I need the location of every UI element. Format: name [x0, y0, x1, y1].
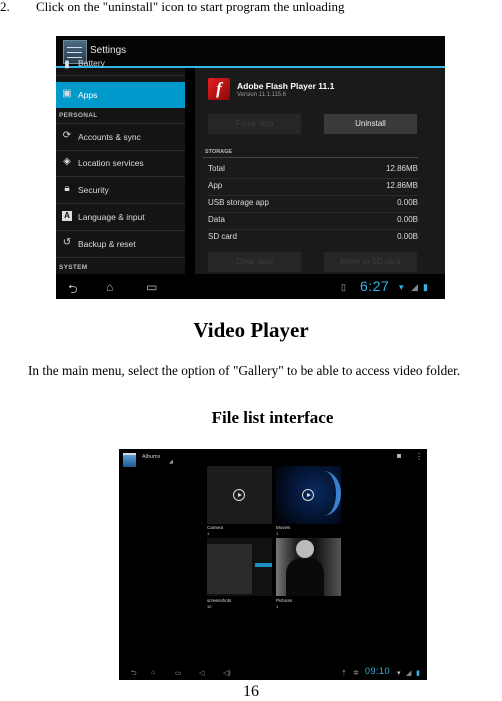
album-count: 1: [276, 604, 279, 609]
album-label: Movies: [276, 525, 291, 530]
language-icon: A: [62, 211, 72, 221]
album-tile-movies[interactable]: [276, 466, 341, 524]
play-icon: [233, 489, 245, 501]
app-version: Version 11.1.115.6: [237, 92, 287, 98]
wifi-icon: ▾: [397, 670, 401, 677]
signal-icon: ◢: [406, 670, 412, 677]
home-icon[interactable]: ⌂: [151, 669, 155, 676]
clear-data-button[interactable]: Clear data: [208, 252, 301, 272]
uninstall-button[interactable]: Uninstall: [324, 114, 417, 134]
sidebar-item-apps[interactable]: ▣ Apps: [56, 82, 185, 108]
gallery-app-icon: [123, 453, 136, 467]
dropdown-caret-icon[interactable]: ◢: [169, 459, 173, 465]
battery-status-icon: ▮: [416, 670, 420, 677]
album-tile-camera[interactable]: [207, 466, 272, 524]
flash-player-icon: f: [208, 78, 230, 100]
battery-icon: ▮: [64, 59, 70, 70]
sync-icon: ⟳: [62, 130, 72, 141]
move-to-sd-button[interactable]: Move to SD card: [324, 252, 417, 272]
album-label: screenshots: [207, 598, 232, 603]
storage-header: STORAGE: [205, 149, 233, 155]
storage-divider: [203, 157, 418, 158]
sidebar-item-location[interactable]: ◈ Location services: [56, 150, 185, 177]
force-stop-button[interactable]: Force stop: [208, 114, 301, 134]
storage-row: Total 12.86MB: [208, 161, 418, 179]
backup-icon: ↺: [62, 237, 72, 248]
wifi-icon: ▾: [399, 282, 404, 292]
recent-apps-icon[interactable]: ▭: [175, 669, 182, 677]
album-count: 1: [276, 531, 279, 536]
sidebar-item-security[interactable]: 🔒︎ Security: [56, 177, 185, 204]
recent-apps-icon[interactable]: ▭: [146, 280, 157, 294]
storage-row: SD card 0.00B: [208, 232, 418, 241]
debug-icon: ✲: [353, 670, 359, 677]
section-personal: PERSONAL: [59, 112, 98, 119]
album-count: 10: [207, 604, 212, 609]
step-text: Click on the "uninstall" icon to start p…: [36, 0, 345, 14]
lock-icon: 🔒︎: [64, 183, 70, 194]
status-clock: 09:10: [365, 666, 391, 676]
signal-icon: ◢: [411, 282, 418, 292]
album-count: 1: [207, 531, 210, 536]
back-icon[interactable]: ⮌: [131, 669, 137, 680]
apps-icon: ▣: [62, 88, 72, 99]
body-paragraph: In the main menu, select the option of "…: [28, 363, 461, 378]
battery-status-icon: ▮: [423, 282, 428, 292]
usb-icon: ⇡: [341, 670, 347, 677]
gallery-screenshot: Albums ◢ ◙ ⋮ Camera 1 Movies 1 screensho…: [119, 449, 427, 680]
camera-icon[interactable]: ◙: [397, 453, 401, 460]
storage-row: USB storage app 0.00B: [208, 195, 418, 213]
storage-row: App 12.86MB: [208, 178, 418, 196]
sd-card-icon: ▯: [341, 282, 346, 292]
volume-up-icon[interactable]: ◁): [223, 669, 231, 677]
overflow-menu-icon[interactable]: ⋮: [415, 452, 423, 461]
album-label: Pictures: [276, 598, 293, 603]
settings-title: Settings: [90, 45, 127, 56]
sidebar-item-battery[interactable]: ▮ Battery: [56, 56, 185, 76]
subsection-heading: File list interface: [211, 408, 334, 427]
storage-row: Data 0.00B: [208, 212, 418, 230]
settings-sidebar: ▮ Battery ▣ Apps PERSONAL ⟳ Accounts & s…: [56, 58, 185, 274]
section-heading: Video Player: [193, 318, 309, 342]
album-label: Camera: [207, 525, 224, 530]
sidebar-item-language[interactable]: A Language & input: [56, 204, 185, 231]
back-icon[interactable]: ⮌: [68, 280, 78, 299]
app-name: Adobe Flash Player 11.1: [237, 81, 335, 91]
play-icon: [302, 489, 314, 501]
album-tile-pictures[interactable]: [276, 538, 341, 596]
sidebar-item-backup[interactable]: ↺ Backup & reset: [56, 231, 185, 258]
home-icon[interactable]: ⌂: [106, 280, 113, 294]
status-clock: 6:27: [360, 278, 390, 294]
location-icon: ◈: [63, 156, 71, 167]
step-instruction: 2. Click on the "uninstall" icon to start…: [0, 0, 344, 14]
section-system: SYSTEM: [59, 264, 88, 271]
sidebar-item-accounts-sync[interactable]: ⟳ Accounts & sync: [56, 123, 185, 151]
step-number: 2.: [0, 0, 10, 14]
album-tile-screenshots[interactable]: [207, 538, 272, 596]
volume-down-icon[interactable]: ◁: [199, 669, 204, 677]
page-number: 16: [243, 683, 259, 700]
settings-screenshot: Settings ▮ Battery ▣ Apps PERSONAL ⟳ Acc…: [56, 36, 445, 299]
app-info-panel: f Adobe Flash Player 11.1 Version 11.1.1…: [195, 68, 445, 274]
gallery-title: Albums: [142, 454, 161, 460]
system-nav-bar: ⮌ ⌂ ▭ ▯ 6:27 ▾ ◢ ▮: [56, 274, 445, 299]
